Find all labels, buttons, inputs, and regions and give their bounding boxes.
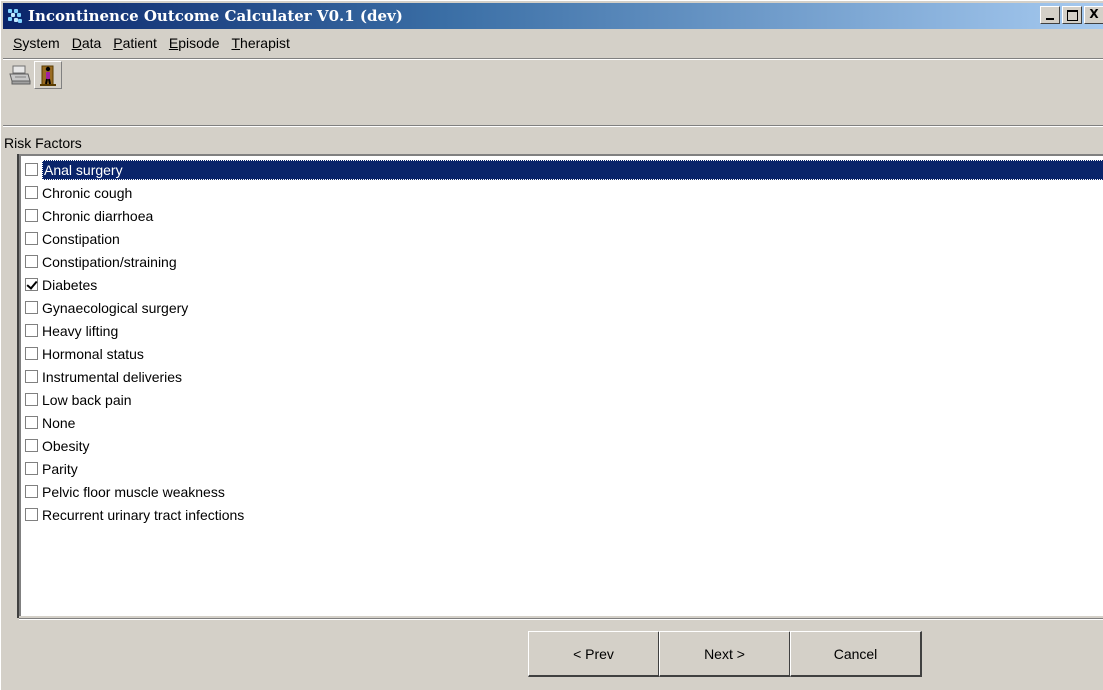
risk-factor-item[interactable]: Constipation/straining (25, 250, 1103, 273)
risk-factor-label: Gynaecological surgery (42, 299, 189, 316)
print-button[interactable] (6, 61, 34, 89)
risk-factor-item[interactable]: Hormonal status (25, 342, 1103, 365)
risk-factors-label: Risk Factors (4, 135, 82, 151)
risk-factor-checkbox[interactable] (25, 508, 38, 521)
risk-factor-item[interactable]: Obesity (25, 434, 1103, 457)
risk-factor-checkbox[interactable] (25, 324, 38, 337)
risk-factor-checkbox[interactable] (25, 370, 38, 383)
risk-factor-item[interactable]: Low back pain (25, 388, 1103, 411)
risk-factor-checkbox[interactable] (25, 347, 38, 360)
maximize-button[interactable] (1062, 6, 1082, 24)
risk-factor-checkbox[interactable] (25, 186, 38, 199)
risk-factor-label: Pelvic floor muscle weakness (42, 483, 225, 500)
risk-factor-checkbox[interactable] (25, 163, 38, 176)
risk-factor-item[interactable]: Chronic diarrhoea (25, 204, 1103, 227)
risk-factor-item[interactable]: Diabetes (25, 273, 1103, 296)
menu-episode[interactable]: Episode (163, 35, 226, 51)
risk-factor-checkbox[interactable] (25, 278, 38, 291)
next-button[interactable]: Next > (659, 631, 791, 677)
risk-factor-checkbox[interactable] (25, 462, 38, 475)
risk-factor-checkbox[interactable] (25, 232, 38, 245)
prev-button[interactable]: < Prev (528, 631, 660, 677)
risk-factor-item[interactable]: Pelvic floor muscle weakness (25, 480, 1103, 503)
risk-factors-list[interactable]: Anal surgery Chronic cough Chronic diarrho… (19, 154, 1103, 616)
risk-factor-label: Obesity (42, 437, 90, 454)
risk-factor-checkbox[interactable] (25, 209, 38, 222)
risk-factor-label: Parity (42, 460, 78, 477)
menu-bar: System Data Patient Episode Therapist (3, 31, 1103, 55)
menu-data[interactable]: Data (66, 35, 108, 51)
risk-factor-label: Chronic cough (42, 184, 133, 201)
risk-factor-item[interactable]: Chronic cough (25, 181, 1103, 204)
risk-factor-item[interactable]: Gynaecological surgery (25, 296, 1103, 319)
close-button[interactable]: X (1084, 6, 1103, 24)
window-title: Incontinence Outcome Calculater V0.1 (de… (28, 7, 403, 25)
risk-factor-checkbox[interactable] (25, 393, 38, 406)
risk-factor-checkbox[interactable] (25, 255, 38, 268)
risk-factor-label: Chronic diarrhoea (42, 207, 154, 224)
risk-factor-label: Recurrent urinary tract infections (42, 506, 245, 523)
risk-factor-checkbox[interactable] (25, 301, 38, 314)
risk-factor-item[interactable]: Instrumental deliveries (25, 365, 1103, 388)
risk-factor-checkbox[interactable] (25, 416, 38, 429)
risk-factor-label: Heavy lifting (42, 322, 119, 339)
close-icon: X (1089, 7, 1099, 21)
risk-factor-item[interactable]: Recurrent urinary tract infections (25, 503, 1103, 526)
risk-factor-checkbox[interactable] (25, 439, 38, 452)
exit-door-icon (40, 65, 56, 86)
risk-factor-label: Constipation/straining (42, 253, 177, 270)
risk-factor-label: Hormonal status (42, 345, 144, 362)
title-bar[interactable]: Incontinence Outcome Calculater V0.1 (de… (3, 3, 1103, 29)
risk-factor-label: Constipation (42, 230, 120, 247)
window-controls: X (1040, 6, 1103, 24)
menu-patient[interactable]: Patient (107, 35, 163, 51)
risk-factor-label: Instrumental deliveries (42, 368, 183, 385)
menu-therapist[interactable]: Therapist (225, 35, 295, 51)
risk-factor-label: Low back pain (42, 391, 132, 408)
risk-factor-label: Anal surgery (42, 159, 1103, 180)
risk-factor-item[interactable]: Constipation (25, 227, 1103, 250)
risk-factor-item[interactable]: None (25, 411, 1103, 434)
printer-icon (9, 65, 31, 85)
exit-button[interactable] (34, 61, 62, 89)
risk-factor-item[interactable]: Anal surgery (25, 158, 1103, 181)
risk-factor-item[interactable]: Parity (25, 457, 1103, 480)
cancel-button[interactable]: Cancel (790, 631, 922, 677)
menu-system[interactable]: System (7, 35, 66, 51)
risk-factor-label: None (42, 414, 76, 431)
minimize-button[interactable] (1040, 6, 1060, 24)
risk-factor-checkbox[interactable] (25, 485, 38, 498)
app-icon[interactable] (7, 8, 23, 24)
risk-factor-item[interactable]: Heavy lifting (25, 319, 1103, 342)
risk-factor-label: Diabetes (42, 276, 98, 293)
app-window: Incontinence Outcome Calculater V0.1 (de… (0, 0, 1103, 690)
